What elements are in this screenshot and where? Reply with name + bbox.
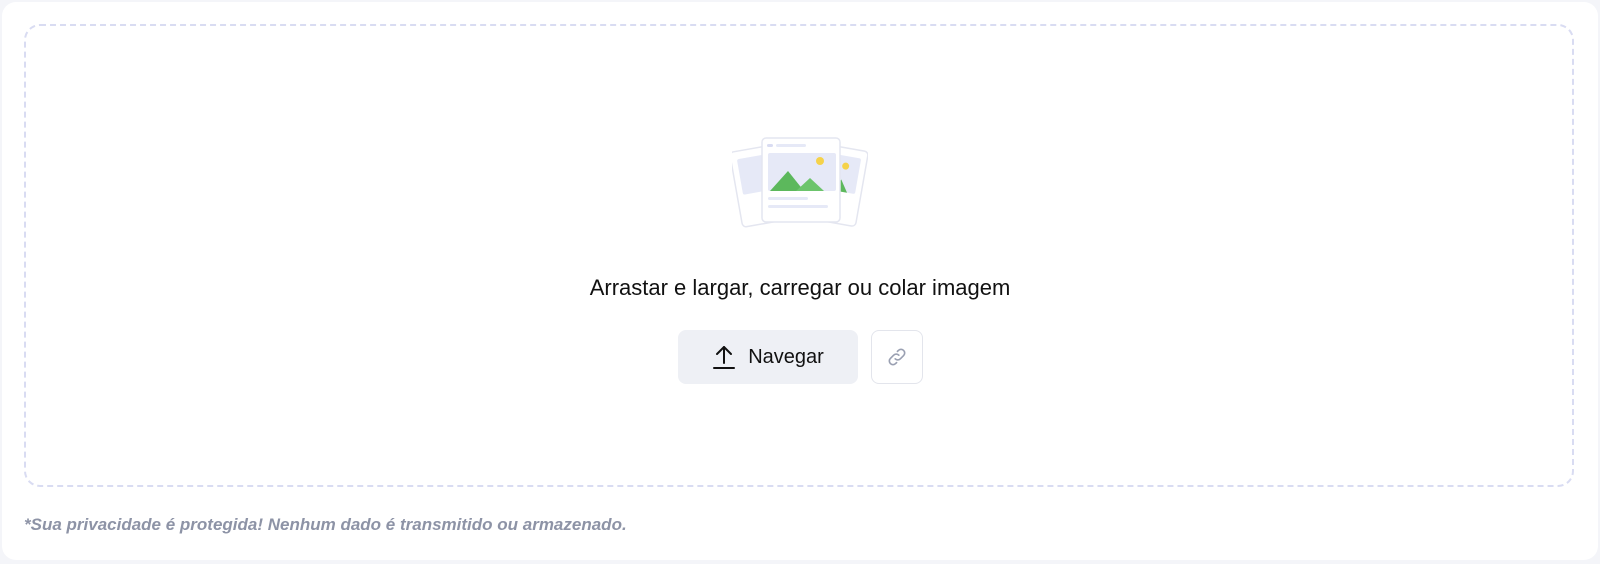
- drop-prompt-text: Arrastar e largar, carregar ou colar ima…: [589, 275, 1011, 300]
- drop-zone[interactable]: [24, 24, 1574, 487]
- link-icon: [888, 348, 906, 366]
- browse-button[interactable]: Navegar: [678, 330, 858, 384]
- paste-link-button[interactable]: [871, 330, 923, 384]
- image-stack-illustration: [732, 137, 868, 228]
- privacy-note: *Sua privacidade é protegida! Nenhum dad…: [24, 515, 627, 534]
- browse-button-label: Navegar: [748, 345, 824, 368]
- upload-arrow-icon: [713, 346, 736, 369]
